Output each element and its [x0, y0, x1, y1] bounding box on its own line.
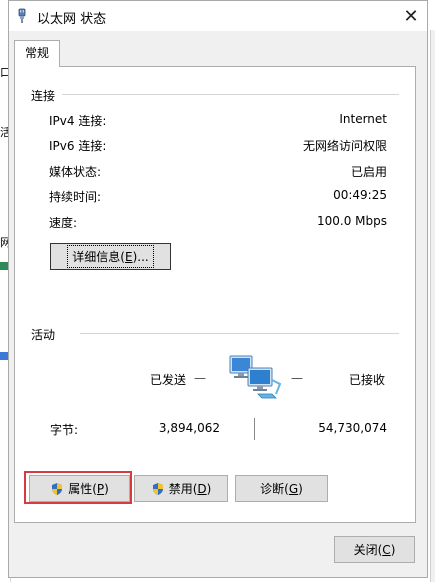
bytes-label: 字节: — [50, 423, 79, 437]
disable-button[interactable]: 禁用(D) — [134, 475, 228, 502]
diagnose-button[interactable]: 诊断(G) — [235, 475, 328, 502]
received-dash: — — [291, 371, 303, 385]
media-state-value: 已启用 — [350, 165, 387, 179]
network-computers-icon — [229, 355, 282, 399]
connection-heading: 连接 — [31, 87, 62, 104]
tab-general[interactable]: 常规 — [14, 40, 60, 67]
shield-icon — [152, 482, 163, 495]
close-icon: ✕ — [403, 5, 419, 27]
close-window-button[interactable]: ✕ — [395, 2, 427, 30]
details-button[interactable]: 详细信息(E)... — [50, 243, 171, 270]
received-label: 已接收 — [349, 373, 386, 387]
disable-button-label: 禁用(D) — [168, 482, 212, 496]
bytes-sent-value: 3,894,062 — [158, 421, 220, 435]
media-state-label: 媒体状态: — [49, 165, 102, 179]
background-app-icon — [0, 262, 8, 270]
general-tab-panel — [14, 66, 416, 523]
ipv4-value: Internet — [339, 112, 387, 126]
connection-divider — [62, 94, 399, 95]
background-window-edge — [430, 30, 435, 582]
activity-divider — [80, 333, 399, 334]
speed-label: 速度: — [49, 216, 78, 230]
close-button[interactable]: 关闭(C) — [334, 536, 415, 563]
details-button-label: 详细信息(E)... — [72, 250, 149, 264]
properties-highlight-box — [24, 471, 132, 504]
duration-value: 00:49:25 — [333, 188, 387, 202]
speed-value: 100.0 Mbps — [316, 214, 387, 228]
diagnose-button-label: 诊断(G) — [260, 482, 303, 496]
bytes-divider — [254, 418, 255, 440]
ethernet-plug-icon — [18, 8, 26, 23]
bytes-received-value: 54,730,074 — [318, 421, 387, 435]
activity-heading: 活动 — [31, 326, 62, 343]
ipv6-label: IPv6 连接: — [49, 139, 107, 153]
background-app-icon — [0, 352, 8, 360]
sent-dash: — — [194, 371, 206, 385]
ipv4-label: IPv4 连接: — [49, 114, 107, 128]
window-title: 以太网 状态 — [37, 12, 107, 27]
duration-label: 持续时间: — [49, 190, 102, 204]
close-button-label: 关闭(C) — [353, 543, 396, 557]
sent-label: 已发送 — [150, 373, 187, 387]
ipv6-value: 无网络访问权限 — [302, 139, 387, 153]
